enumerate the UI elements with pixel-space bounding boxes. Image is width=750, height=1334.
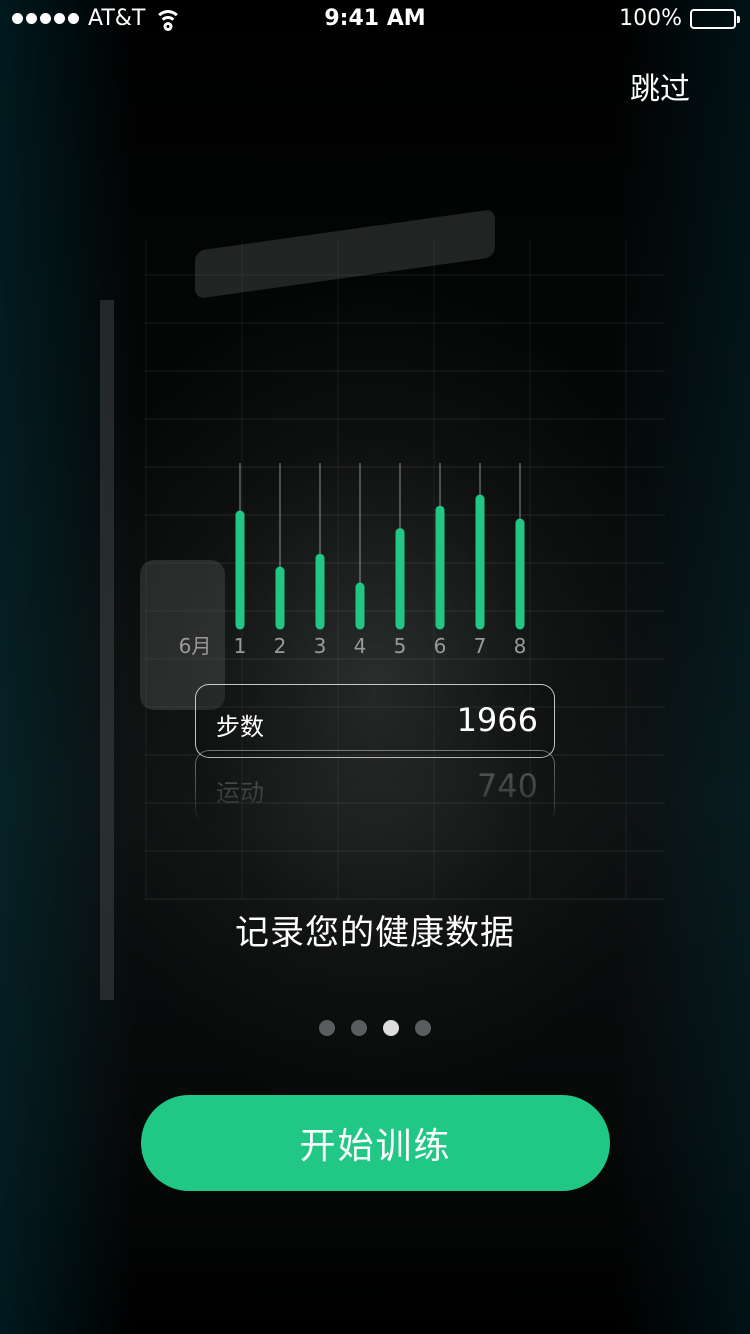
- skip-button[interactable]: 跳过: [630, 64, 690, 108]
- x-tick-label: 1: [234, 634, 247, 658]
- x-tick-label: 7: [474, 634, 487, 658]
- status-bar: AT&T 9:41 AM 100%: [0, 0, 750, 40]
- battery-icon: [690, 8, 740, 29]
- month-label: 6月: [179, 634, 212, 658]
- stat-value: 1966: [456, 701, 538, 739]
- gym-machine-frame: [100, 300, 114, 1000]
- battery-area: 100%: [619, 6, 740, 31]
- stat-value: 740: [476, 767, 538, 805]
- stat-label: 运动: [216, 779, 264, 807]
- x-tick-label: 6: [434, 634, 447, 658]
- steps-bar-chart: 6月 1 2 3 4 5 6 7 8: [179, 463, 527, 658]
- x-tick-label: 5: [394, 634, 407, 658]
- page-dot[interactable]: [415, 1020, 431, 1036]
- stat-card-steps: 步数 1966: [195, 684, 555, 758]
- x-tick-label: 3: [314, 634, 327, 658]
- start-training-button[interactable]: 开始训练: [141, 1095, 610, 1191]
- stat-card-exercise: 运动 740: [195, 750, 555, 824]
- battery-percent: 100%: [619, 6, 682, 31]
- page-dot[interactable]: [383, 1020, 399, 1036]
- page-dot[interactable]: [319, 1020, 335, 1036]
- page-indicator: [0, 1020, 750, 1036]
- x-tick-label: 4: [354, 634, 367, 658]
- page-dot[interactable]: [351, 1020, 367, 1036]
- x-tick-label: 8: [514, 634, 527, 658]
- onboarding-caption: 记录您的健康数据: [235, 913, 515, 953]
- x-tick-label: 2: [274, 634, 287, 658]
- stat-label: 步数: [216, 713, 264, 741]
